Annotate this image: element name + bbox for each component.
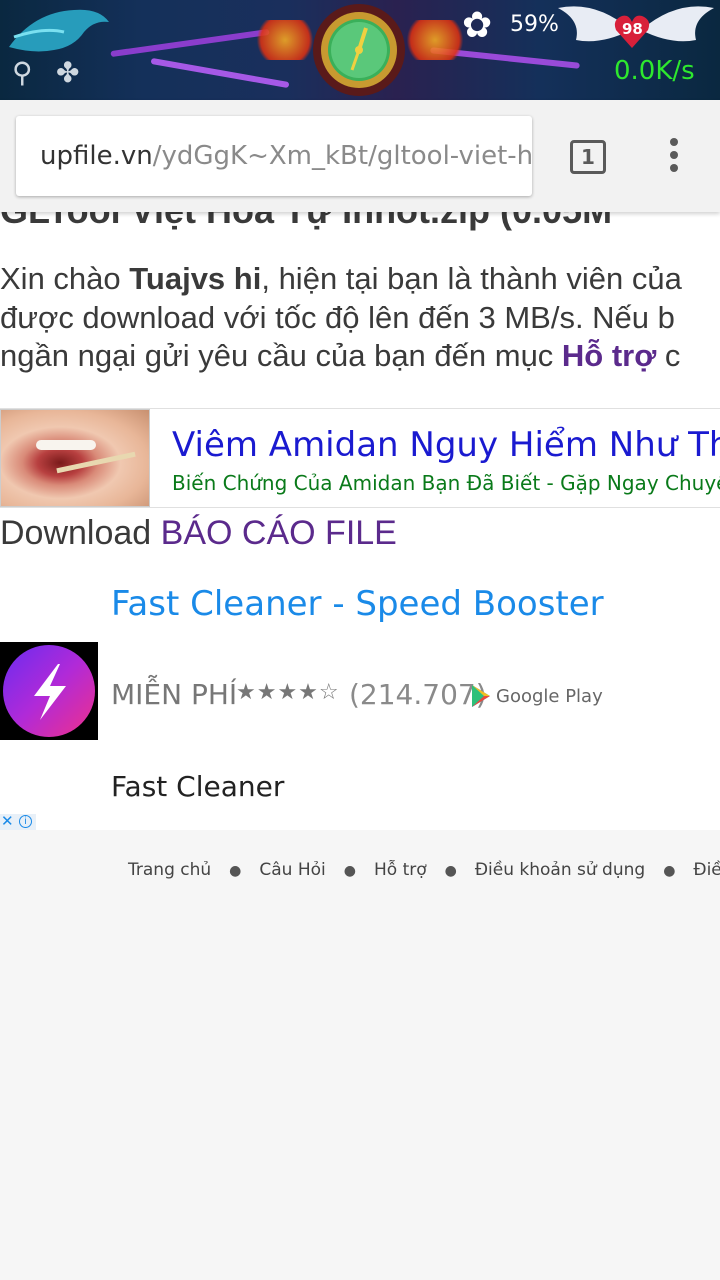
footer: Trang chủ ● Câu Hỏi ● Hỗ trợ ● Điều khoản sử d… [0, 830, 720, 1280]
overflow-menu-icon[interactable] [664, 138, 684, 176]
footer-link-faq[interactable]: Câu Hỏi [259, 860, 325, 880]
usb-icon: ⚲ [12, 57, 33, 88]
horse-logo-icon [9, 9, 109, 52]
clock-theme-icon [313, 4, 405, 96]
ad-title[interactable]: Viêm Amidan Nguy Hiểm Như Thế [172, 425, 720, 465]
ad-thumbnail-image [0, 409, 150, 507]
page-content: GLTool Việt Hóa Tự Inhot.zip (0.05M Xin … [0, 212, 720, 1280]
ad-banner[interactable]: Viêm Amidan Nguy Hiểm Như Thế Biến Chứng… [0, 408, 720, 508]
star-rating: ★★★★☆ [236, 680, 340, 705]
lightning-bolt-icon [34, 664, 66, 720]
status-bar: ⚲ ✤ ✿ 59% 98 0.0K/s [0, 0, 720, 100]
app-ad-title[interactable]: Fast Cleaner - Speed Booster [111, 584, 604, 624]
app-icon[interactable] [0, 642, 98, 740]
footer-link-home[interactable]: Trang chủ [128, 860, 211, 880]
footer-link-terms[interactable]: Điều khoản sử dụng [475, 860, 645, 880]
footer-links: Trang chủ ● Câu Hỏi ● Hỗ trợ ● Điều khoản sử d… [128, 860, 720, 880]
url-host: upfile.vn [40, 141, 153, 171]
url-path: /ydGgK~Xm_kBt/gltool-viet-hc [152, 141, 532, 171]
browser-toolbar: upfile.vn/ydGgK~Xm_kBt/gltool-viet-hc 1 [0, 100, 720, 212]
download-row: Download BÁO CÁO FILE [0, 514, 397, 553]
close-ad-icon[interactable]: ✕ [1, 812, 14, 830]
hong-kong-flower-icon: ✿ [462, 4, 493, 45]
url-field[interactable]: upfile.vn/ydGgK~Xm_kBt/gltool-viet-hc [16, 116, 532, 196]
app-name: Fast Cleaner [111, 770, 285, 803]
app-price: MIỄN PHÍ [111, 678, 238, 711]
support-link[interactable]: Hỗ trợ [562, 338, 656, 373]
footer-link-terms-2[interactable]: Điều khoản [693, 860, 720, 880]
review-count: (214.707) [349, 678, 487, 711]
tab-switcher-button[interactable]: 1 [570, 140, 606, 174]
info-icon[interactable]: i [19, 815, 32, 828]
username: Tuajvs hi [129, 261, 262, 296]
maple-leaf-icon: ✤ [56, 57, 80, 88]
greeting-paragraph: Xin chào Tuajvs hi, hiện tại bạn là thàn… [0, 261, 682, 373]
google-play-icon [472, 685, 490, 707]
app-ad[interactable]: Fast Cleaner - Speed Booster MIỄN PHÍ ★★… [0, 552, 720, 830]
battery-percent: 59% [510, 12, 559, 37]
file-title: GLTool Việt Hóa Tự Inhot.zip (0.05M [0, 212, 612, 232]
footer-link-support[interactable]: Hỗ trợ [374, 860, 427, 880]
download-label: Download [0, 514, 152, 552]
heart-badge-number: 98 [622, 20, 643, 38]
report-file-link[interactable]: BÁO CÁO FILE [161, 514, 397, 552]
network-speed: 0.0K/s [614, 56, 695, 86]
ad-subtitle: Biến Chứng Của Amidan Bạn Đã Biết - Gặp … [172, 471, 720, 495]
adchoices-badge[interactable]: ✕ i [0, 812, 36, 830]
